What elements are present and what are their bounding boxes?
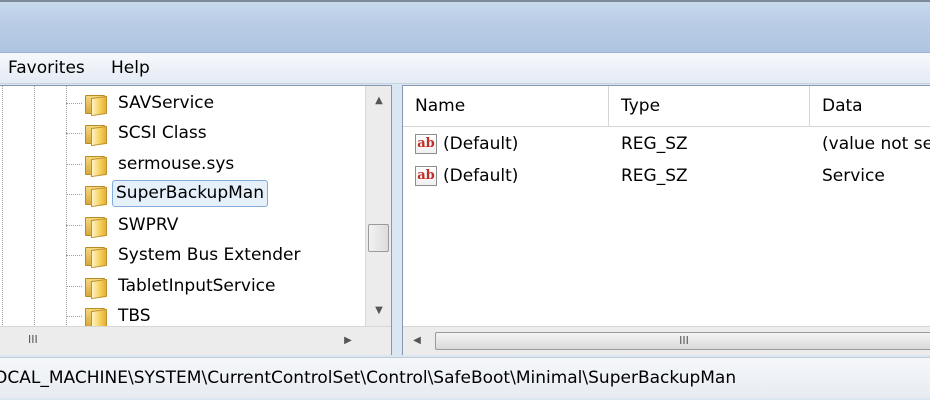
tree-line: [66, 286, 82, 287]
menu-bar: Favorites Help: [0, 53, 930, 84]
tree-item-scsi-class[interactable]: SCSI Class: [114, 122, 211, 144]
menu-help[interactable]: Help: [111, 58, 150, 78]
arrow-right-icon[interactable]: ▶: [338, 332, 358, 350]
tree-item-swprv[interactable]: SWPRV: [114, 214, 182, 236]
key-path: OCAL_MACHINE\SYSTEM\CurrentControlSet\Co…: [0, 368, 737, 388]
tree-line: [66, 316, 82, 317]
folder-icon: [84, 276, 107, 300]
list-header: Name Type Data: [403, 86, 930, 127]
list-item[interactable]: ab (Default) REG_SZ (value not se: [403, 129, 930, 161]
value-name: (Default): [443, 166, 519, 186]
tree-line: [34, 86, 35, 331]
arrow-down-icon[interactable]: ▼: [369, 302, 389, 320]
value-type: REG_SZ: [621, 166, 688, 186]
folder-icon: [84, 306, 107, 330]
folder-icon: [84, 184, 107, 208]
tree-line: [66, 164, 82, 165]
column-header-type[interactable]: Type: [609, 86, 809, 126]
reg-string-value-icon: ab: [415, 166, 437, 186]
tree-line: [66, 133, 82, 134]
list-horizontal-scrollbar[interactable]: ◀ III: [403, 326, 930, 355]
tree-item-superbackupman[interactable]: SuperBackupMan: [112, 180, 268, 207]
folder-icon: [84, 154, 107, 178]
registry-key-tree[interactable]: SAVService SCSI Class sermouse.sys Super…: [0, 85, 392, 355]
tree-horizontal-scrollbar[interactable]: III ▶: [0, 326, 391, 355]
tree-line: [66, 194, 82, 195]
arrow-up-icon[interactable]: ▲: [369, 92, 389, 110]
tree-item-savservice[interactable]: SAVService: [114, 92, 218, 114]
tree-item-tabletinputservice[interactable]: TabletInputService: [114, 275, 279, 297]
tree-item-tbs[interactable]: TBS: [114, 305, 155, 327]
arrow-left-icon[interactable]: ◀: [407, 332, 427, 350]
value-name: (Default): [443, 134, 519, 154]
folder-icon: [84, 93, 107, 117]
folder-icon: [84, 245, 107, 269]
folder-icon: [84, 123, 107, 147]
list-item[interactable]: ab (Default) REG_SZ Service: [403, 161, 930, 193]
tree-hscroll-thumb[interactable]: III: [28, 333, 38, 346]
tree-line: [2, 86, 3, 331]
status-bar: OCAL_MACHINE\SYSTEM\CurrentControlSet\Co…: [0, 357, 930, 398]
value-type: REG_SZ: [621, 134, 688, 154]
tree-line: [66, 255, 82, 256]
tree-line: [66, 86, 67, 331]
column-header-data[interactable]: Data: [810, 86, 930, 126]
list-hscroll-thumb[interactable]: III: [435, 332, 930, 350]
registry-values-list[interactable]: Name Type Data ab (Default) REG_SZ (valu…: [402, 85, 930, 355]
tree-line: [66, 225, 82, 226]
column-header-name[interactable]: Name: [403, 86, 608, 126]
tree-vertical-scrollbar[interactable]: ▲ ▼: [365, 86, 391, 326]
value-data: Service: [822, 166, 885, 186]
tree-line: [66, 103, 82, 104]
reg-string-value-icon: ab: [415, 134, 437, 154]
value-data: (value not se: [822, 134, 930, 154]
menu-favorites[interactable]: Favorites: [8, 58, 85, 78]
folder-icon: [84, 215, 107, 239]
tree-vscroll-thumb[interactable]: [368, 224, 389, 252]
tree-item-sermouse[interactable]: sermouse.sys: [114, 153, 238, 175]
tree-item-system-bus-extender[interactable]: System Bus Extender: [114, 244, 304, 266]
title-bar[interactable]: [0, 0, 930, 53]
